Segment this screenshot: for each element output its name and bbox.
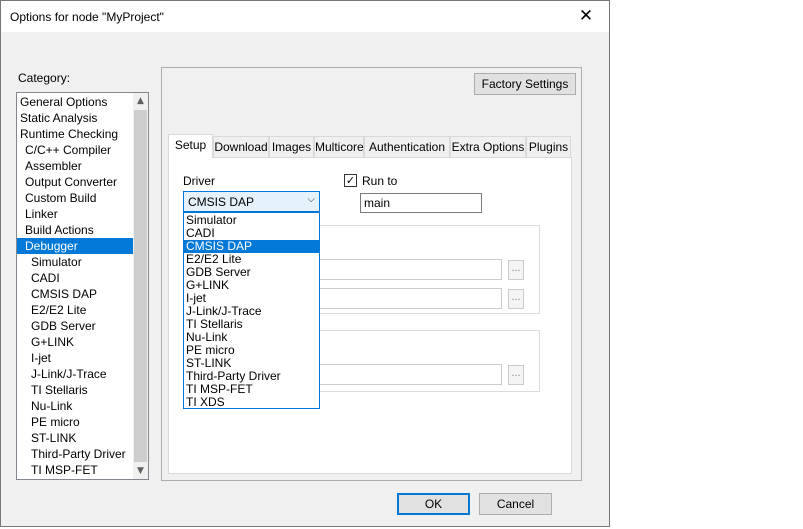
- category-item[interactable]: Assembler: [17, 158, 141, 174]
- dialog-title: Options for node "MyProject": [10, 10, 164, 24]
- category-item[interactable]: Static Analysis: [17, 110, 136, 126]
- tab-images[interactable]: Images: [269, 136, 314, 157]
- scroll-thumb[interactable]: [134, 110, 147, 462]
- category-item[interactable]: Third-Party Driver: [17, 446, 147, 462]
- browse-button-3[interactable]: ...: [508, 365, 524, 385]
- category-item[interactable]: Linker: [17, 206, 141, 222]
- category-item[interactable]: TI Stellaris: [17, 382, 147, 398]
- driver-select[interactable]: CMSIS DAP ⌵: [183, 191, 320, 212]
- tab-plugins[interactable]: Plugins: [526, 136, 571, 157]
- category-item[interactable]: Simulator: [17, 254, 147, 270]
- category-item[interactable]: General Options: [17, 94, 136, 110]
- category-item[interactable]: TI MSP-FET: [17, 462, 147, 478]
- category-label: Category:: [18, 71, 71, 85]
- driver-option[interactable]: TI XDS: [184, 396, 319, 409]
- run-to-checkbox[interactable]: ✓: [344, 174, 357, 187]
- category-item[interactable]: Nu-Link: [17, 398, 147, 414]
- browse-button-1[interactable]: ...: [508, 260, 524, 280]
- driver-label: Driver: [183, 174, 215, 188]
- tab-extra-options[interactable]: Extra Options: [450, 136, 526, 157]
- ok-button[interactable]: OK: [397, 493, 470, 515]
- close-icon[interactable]: ✕: [563, 1, 609, 32]
- category-item[interactable]: Debugger: [17, 238, 141, 254]
- tab-setup[interactable]: Setup: [168, 134, 213, 158]
- scroll-up-icon[interactable]: ▲: [133, 93, 148, 109]
- category-item[interactable]: Custom Build: [17, 190, 141, 206]
- category-item[interactable]: CADI: [17, 270, 147, 286]
- category-item[interactable]: PE micro: [17, 414, 147, 430]
- run-to-input[interactable]: main: [360, 193, 482, 213]
- tab-authentication[interactable]: Authentication: [364, 136, 450, 157]
- checkmark-icon: ✓: [345, 174, 356, 187]
- category-item[interactable]: C/C++ Compiler: [17, 142, 141, 158]
- tab-multicore[interactable]: Multicore: [314, 136, 364, 157]
- category-item[interactable]: E2/E2 Lite: [17, 302, 147, 318]
- tab-download[interactable]: Download: [213, 136, 269, 157]
- category-item[interactable]: J-Link/J-Trace: [17, 366, 147, 382]
- category-item[interactable]: Runtime Checking: [17, 126, 136, 142]
- category-item[interactable]: G+LINK: [17, 334, 147, 350]
- driver-select-value: CMSIS DAP: [188, 195, 255, 209]
- category-item[interactable]: Output Converter: [17, 174, 141, 190]
- driver-dropdown-list[interactable]: Simulator CADI CMSIS DAP E2/E2 Lite GDB Serv…: [183, 212, 320, 409]
- category-scrollbar[interactable]: ▲ ▼: [133, 93, 148, 479]
- browse-button-2[interactable]: ...: [508, 289, 524, 309]
- factory-settings-button[interactable]: Factory Settings: [474, 73, 576, 95]
- title-bar: Options for node "MyProject" ✕: [1, 1, 609, 32]
- category-list[interactable]: TI MSP-FET Third-Party Driver ST-LINK PE mi…: [16, 92, 149, 480]
- cancel-button[interactable]: Cancel: [479, 493, 552, 515]
- category-item[interactable]: ST-LINK: [17, 430, 147, 446]
- category-item[interactable]: CMSIS DAP: [17, 286, 147, 302]
- chevron-down-icon: ⌵: [307, 194, 315, 205]
- category-item[interactable]: Build Actions: [17, 222, 141, 238]
- run-to-label: Run to: [362, 174, 398, 188]
- category-item[interactable]: I-jet: [17, 350, 147, 366]
- scroll-down-icon[interactable]: ▼: [133, 463, 148, 479]
- category-item[interactable]: GDB Server: [17, 318, 147, 334]
